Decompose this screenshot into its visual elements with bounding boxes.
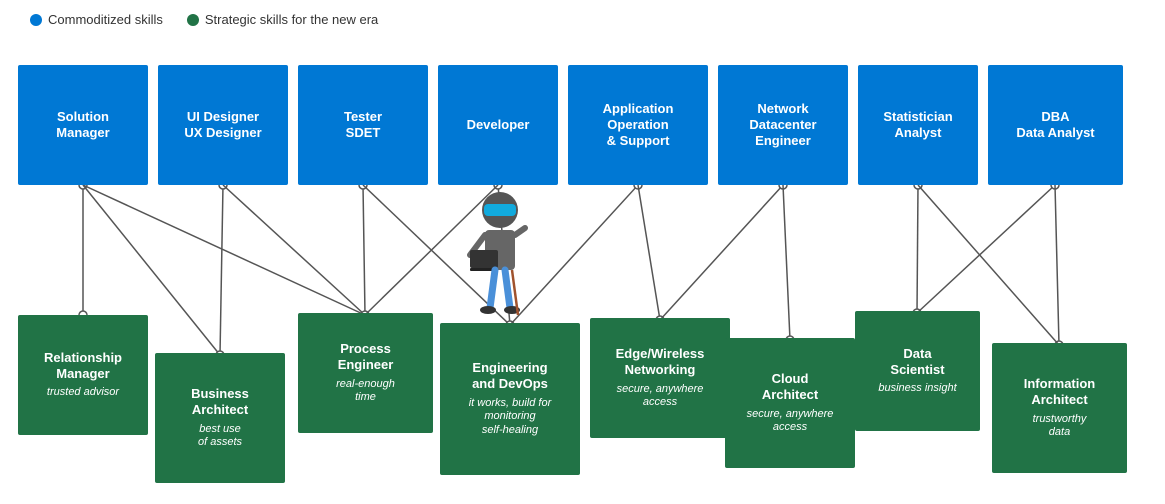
app-ops-box: ApplicationOperation& Support bbox=[568, 65, 708, 185]
legend-commoditized: Commoditized skills bbox=[30, 12, 163, 27]
ui-designer-box: UI DesignerUX Designer bbox=[158, 65, 288, 185]
solution-manager-box: SolutionManager bbox=[18, 65, 148, 185]
diagram: SolutionManager UI DesignerUX Designer T… bbox=[0, 35, 1165, 495]
edge-networking-label: Edge/WirelessNetworking bbox=[616, 346, 705, 379]
legend: Commoditized skills Strategic skills for… bbox=[0, 0, 1165, 35]
cloud-architect-box: CloudArchitect secure, anywhereaccess bbox=[725, 338, 855, 468]
person-figure bbox=[460, 190, 540, 320]
process-engineer-label: ProcessEngineer bbox=[338, 341, 394, 374]
relationship-manager-box: RelationshipManager trusted advisor bbox=[18, 315, 148, 435]
app-ops-label: ApplicationOperation& Support bbox=[603, 101, 674, 150]
ui-designer-label: UI DesignerUX Designer bbox=[184, 109, 261, 142]
strategic-dot bbox=[187, 14, 199, 26]
commoditized-label: Commoditized skills bbox=[48, 12, 163, 27]
dba-box: DBAData Analyst bbox=[988, 65, 1123, 185]
tester-label: TesterSDET bbox=[344, 109, 382, 142]
tester-box: TesterSDET bbox=[298, 65, 428, 185]
commoditized-dot bbox=[30, 14, 42, 26]
business-architect-subtitle: best useof assets bbox=[198, 423, 242, 451]
developer-box: Developer bbox=[438, 65, 558, 185]
dba-label: DBAData Analyst bbox=[1016, 109, 1094, 142]
data-scientist-box: DataScientist business insight bbox=[855, 311, 980, 431]
statistician-box: StatisticianAnalyst bbox=[858, 65, 978, 185]
engineering-devops-box: Engineeringand DevOps it works, build fo… bbox=[440, 323, 580, 475]
statistician-label: StatisticianAnalyst bbox=[883, 109, 952, 142]
data-scientist-subtitle: business insight bbox=[878, 382, 956, 396]
cloud-architect-subtitle: secure, anywhereaccess bbox=[747, 408, 834, 436]
edge-networking-subtitle: secure, anywhereaccess bbox=[617, 383, 704, 411]
business-architect-box: BusinessArchitect best useof assets bbox=[155, 353, 285, 483]
developer-label: Developer bbox=[467, 117, 530, 133]
legend-strategic: Strategic skills for the new era bbox=[187, 12, 378, 27]
info-architect-subtitle: trustworthydata bbox=[1033, 413, 1087, 441]
data-scientist-label: DataScientist bbox=[890, 346, 944, 379]
network-label: NetworkDatacenterEngineer bbox=[749, 101, 816, 150]
edge-networking-box: Edge/WirelessNetworking secure, anywhere… bbox=[590, 318, 730, 438]
engineering-devops-label: Engineeringand DevOps bbox=[472, 360, 548, 393]
engineering-devops-subtitle: it works, build formonitoringself-healin… bbox=[469, 397, 552, 438]
solution-manager-label: SolutionManager bbox=[56, 109, 109, 142]
strategic-label: Strategic skills for the new era bbox=[205, 12, 378, 27]
cloud-architect-label: CloudArchitect bbox=[762, 371, 818, 404]
network-box: NetworkDatacenterEngineer bbox=[718, 65, 848, 185]
relationship-manager-subtitle: trusted advisor bbox=[47, 386, 119, 400]
info-architect-label: InformationArchitect bbox=[1024, 376, 1096, 409]
info-architect-box: InformationArchitect trustworthydata bbox=[992, 343, 1127, 473]
business-architect-label: BusinessArchitect bbox=[191, 386, 249, 419]
process-engineer-subtitle: real-enoughtime bbox=[336, 378, 395, 406]
person-svg bbox=[460, 190, 540, 320]
process-engineer-box: ProcessEngineer real-enoughtime bbox=[298, 313, 433, 433]
relationship-manager-label: RelationshipManager bbox=[44, 350, 122, 383]
